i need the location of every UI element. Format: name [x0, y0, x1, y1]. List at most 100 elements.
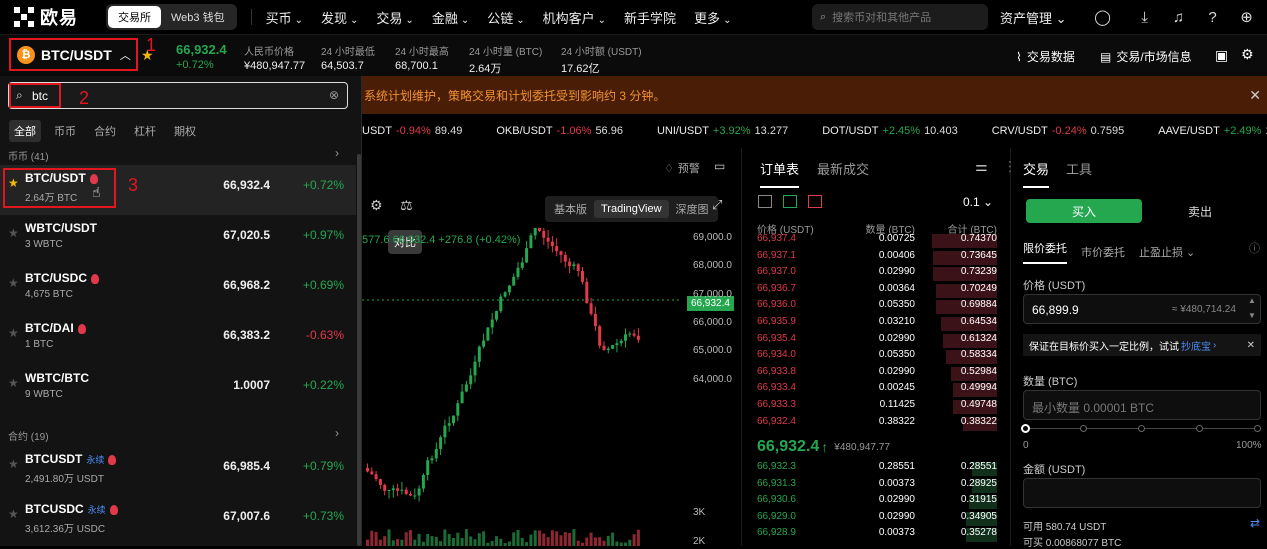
favorite-star-icon[interactable]: ★	[8, 507, 19, 521]
ask-row[interactable]: 66,937.0 0.02990 0.73239	[757, 266, 997, 283]
bid-row[interactable]: 66,931.3 0.00373 0.28925	[757, 478, 997, 495]
chart-view-0[interactable]: 基本版	[547, 198, 594, 220]
filter-0[interactable]: 全部	[9, 120, 41, 142]
decrement-icon[interactable]: ▼	[1248, 311, 1256, 320]
increment-icon[interactable]: ▲	[1248, 296, 1256, 305]
close-icon[interactable]: ✕	[1249, 87, 1261, 104]
ask-row[interactable]: 66,933.4 0.00245 0.49994	[757, 382, 997, 399]
filter-3[interactable]: 杠杆	[129, 120, 161, 142]
slider-tick[interactable]	[1196, 425, 1203, 432]
futures-section-title[interactable]: 合约 (19)	[8, 428, 49, 443]
bid-row[interactable]: 66,932.3 0.28551 0.28551	[757, 461, 997, 478]
transfer-icon[interactable]: ⇄	[1250, 516, 1260, 530]
user-icon[interactable]: ◯	[1093, 7, 1113, 27]
chevron-right-icon[interactable]: ›	[335, 146, 339, 160]
ask-row[interactable]: 66,936.7 0.00364 0.70249	[757, 283, 997, 300]
menu-item-7[interactable]: 更多 ⌄	[694, 8, 731, 27]
pair-selector[interactable]: ₿ BTC/USDT ︿	[9, 38, 138, 71]
menu-item-4[interactable]: 公链 ⌄	[487, 8, 524, 27]
tab-trade[interactable]: 交易	[1023, 159, 1050, 188]
spot-section-title[interactable]: 币币 (41)	[8, 148, 49, 163]
trade-data-link[interactable]: ⌇ 交易数据	[1016, 48, 1075, 65]
close-icon[interactable]: ✕	[1247, 340, 1255, 351]
price-input[interactable]: 66,899.9 ≈ ¥480,714.24 ▲ ▼	[1023, 294, 1261, 324]
buy-button[interactable]: 买入	[1026, 199, 1142, 223]
ribbon-item[interactable]: UNI/USDT +3.92% 13.277	[657, 125, 792, 137]
filter-1[interactable]: 币币	[49, 120, 81, 142]
slider-tick[interactable]	[1254, 425, 1261, 432]
sell-button[interactable]: 卖出	[1142, 199, 1258, 223]
ask-row[interactable]: 66,934.0 0.05350 0.58334	[757, 349, 997, 366]
favorite-star-icon[interactable]: ★	[8, 276, 19, 290]
menu-item-5[interactable]: 机构客户 ⌄	[543, 8, 606, 27]
tab-web3-wallet[interactable]: Web3 钱包	[161, 6, 235, 28]
qty-input[interactable]: 最小数量 0.00001 BTC	[1023, 390, 1261, 420]
slider-tick[interactable]	[1080, 425, 1087, 432]
favorite-star-icon[interactable]: ★	[8, 226, 19, 240]
download-icon[interactable]: ⤓	[1135, 7, 1155, 27]
window-icon[interactable]: ▭	[714, 159, 725, 173]
ask-row[interactable]: 66,937.1 0.00406 0.73645	[757, 250, 997, 267]
favorite-star-icon[interactable]: ★	[141, 47, 154, 64]
tab-tools[interactable]: 工具	[1066, 159, 1092, 178]
slider-handle[interactable]	[1021, 424, 1030, 433]
tab-order-book[interactable]: 订单表	[760, 159, 800, 188]
fullscreen-icon[interactable]: ⤢	[712, 197, 722, 213]
ask-row[interactable]: 66,933.3 0.11425 0.49748	[757, 399, 997, 416]
dropdown-scrollbar[interactable]	[357, 154, 361, 546]
market-info-link[interactable]: ▤ 交易/市场信息	[1100, 48, 1192, 65]
futures-row[interactable]: ★ BTCUSDC 永续 3,612.36万 USDC 67,007.6 +0.73%	[0, 496, 356, 546]
amount-input[interactable]	[1023, 478, 1261, 508]
price-alert-button[interactable]: ♢ 预警	[664, 160, 700, 176]
layout-icon[interactable]: ▣	[1215, 47, 1228, 64]
info-icon[interactable]: ⓘ	[1249, 240, 1260, 256]
favorite-star-icon[interactable]: ★	[8, 376, 19, 390]
filter-4[interactable]: 期权	[169, 120, 201, 142]
slider-tick[interactable]	[1138, 425, 1145, 432]
chart-view-2[interactable]: 深度图	[669, 198, 716, 220]
okx-logo[interactable]: 欧易	[14, 4, 92, 30]
view-both-icon[interactable]	[758, 195, 772, 208]
chart-view-1[interactable]: TradingView	[594, 200, 669, 218]
order-type-2[interactable]: 止盈止损 ⌄	[1139, 244, 1195, 260]
ribbon-item[interactable]: DOT/USDT +2.45% 10.403	[822, 125, 962, 137]
bid-row[interactable]: 66,929.0 0.02990 0.34905	[757, 511, 997, 528]
ask-row[interactable]: 66,937.4 0.00725 0.74370	[757, 233, 997, 250]
bell-icon[interactable]: ♫	[1169, 7, 1189, 27]
candlestick-chart[interactable]	[362, 228, 742, 546]
favorite-star-icon[interactable]: ★	[8, 326, 19, 340]
ribbon-item[interactable]: OKB/USDT -1.06% 56.96	[496, 125, 627, 137]
search-input[interactable]: ⌕ 搜索币对和其他产品	[812, 4, 988, 30]
menu-item-3[interactable]: 金融 ⌄	[432, 8, 469, 27]
compare-scale-icon[interactable]: ⚖	[400, 197, 413, 214]
order-type-1[interactable]: 市价委托	[1081, 244, 1125, 260]
precision-select[interactable]: 0.1 ⌄	[963, 195, 993, 209]
menu-item-6[interactable]: 新手学院	[624, 8, 676, 27]
tab-exchange[interactable]: 交易所	[108, 6, 161, 28]
ribbon-item[interactable]: CRV/USDT -0.24% 0.7595	[992, 125, 1129, 137]
ask-row[interactable]: 66,935.4 0.02990 0.61324	[757, 333, 997, 350]
settings-gear-icon[interactable]: ⚙	[1241, 46, 1254, 63]
futures-row[interactable]: ★ BTCUSDT 永续 2,491.80万 USDT 66,985.4 +0.79%	[0, 446, 356, 496]
menu-item-2[interactable]: 交易 ⌄	[376, 8, 413, 27]
ribbon-item[interactable]: AAVE/USDT+2.49%117.15	[1158, 125, 1267, 137]
tab-latest-trades[interactable]: 最新成交	[817, 159, 869, 178]
chart-settings-icon[interactable]: ⚙	[370, 197, 383, 214]
chevron-right-icon[interactable]: ›	[335, 426, 339, 440]
market-row[interactable]: ★ WBTC/USDT 3 WBTC 67,020.5 +0.97%	[0, 215, 356, 265]
asset-management-menu[interactable]: 资产管理 ⌄	[1000, 8, 1067, 27]
globe-icon[interactable]: ⊕	[1237, 7, 1257, 27]
filter-2[interactable]: 合约	[89, 120, 121, 142]
ask-row[interactable]: 66,935.9 0.03210 0.64534	[757, 316, 997, 333]
ask-row[interactable]: 66,933.8 0.02990 0.52984	[757, 366, 997, 383]
order-type-0[interactable]: 限价委托	[1023, 240, 1067, 264]
view-bids-icon[interactable]	[783, 195, 797, 208]
market-row[interactable]: ★ WBTC/BTC 9 WBTC 1.0007 +0.22%	[0, 365, 356, 415]
filter-sliders-icon[interactable]: ⚌	[975, 158, 988, 175]
market-row[interactable]: ★ BTC/DAI 1 BTC 66,383.2 -0.63%	[0, 315, 356, 365]
view-asks-icon[interactable]	[808, 195, 822, 208]
bid-row[interactable]: 66,928.9 0.00373 0.35278	[757, 527, 997, 544]
help-icon[interactable]: ?	[1203, 7, 1223, 27]
clear-search-icon[interactable]: ⊗	[329, 88, 339, 102]
menu-item-1[interactable]: 发现 ⌄	[321, 8, 358, 27]
